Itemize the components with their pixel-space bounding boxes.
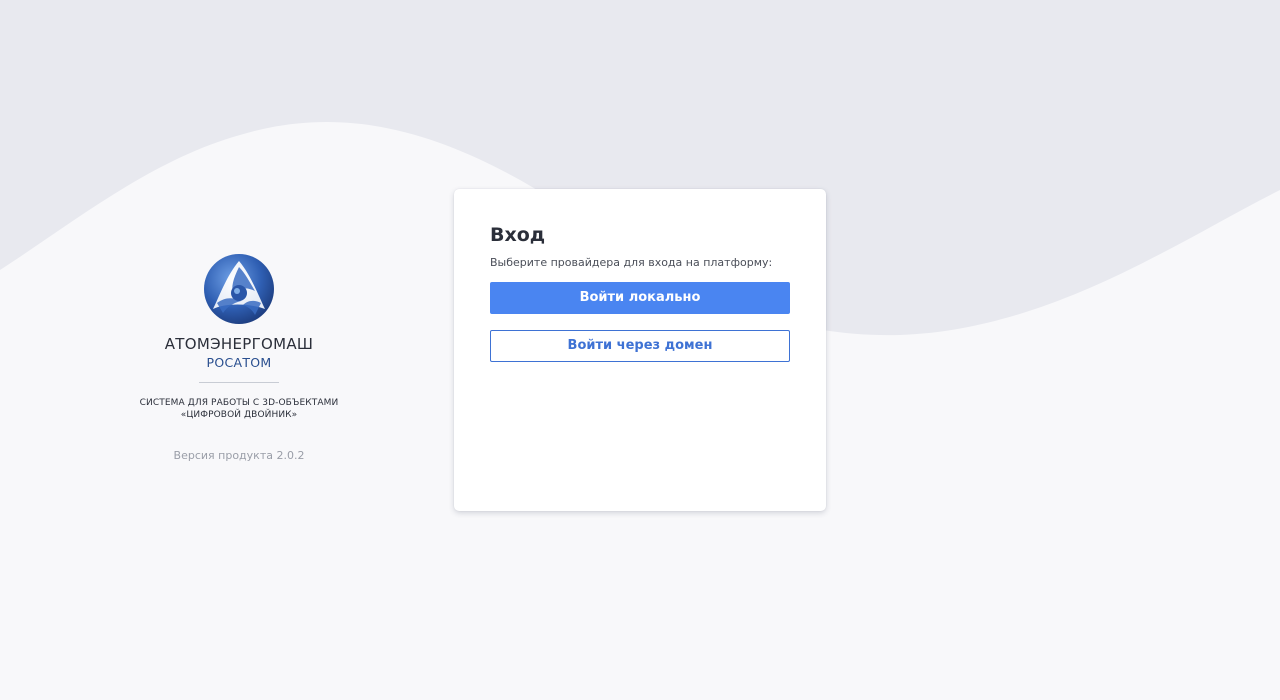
parent-brand: РОСАТОМ	[206, 355, 272, 370]
login-card: Вход Выберите провайдера для входа на пл…	[454, 189, 826, 511]
login-domain-button[interactable]: Войти через домен	[490, 330, 790, 362]
login-local-button[interactable]: Войти локально	[490, 282, 790, 314]
product-version: Версия продукта 2.0.2	[173, 449, 305, 462]
company-name: АТОМЭНЕРГОМАШ	[164, 335, 314, 353]
rosatom-logo-icon	[204, 254, 274, 324]
system-description-line1: СИСТЕМА ДЛЯ РАБОТЫ С 3D-ОБЪЕКТАМИ	[139, 398, 339, 408]
login-title: Вход	[490, 224, 546, 246]
brand-panel: АТОМЭНЕРГОМАШ РОСАТОМ СИСТЕМА ДЛЯ РАБОТЫ…	[139, 253, 339, 462]
system-description-line2: «ЦИФРОВОЙ ДВОЙНИК»	[180, 410, 298, 420]
login-subtitle: Выберите провайдера для входа на платфор…	[490, 256, 773, 269]
brand-divider	[199, 382, 279, 383]
